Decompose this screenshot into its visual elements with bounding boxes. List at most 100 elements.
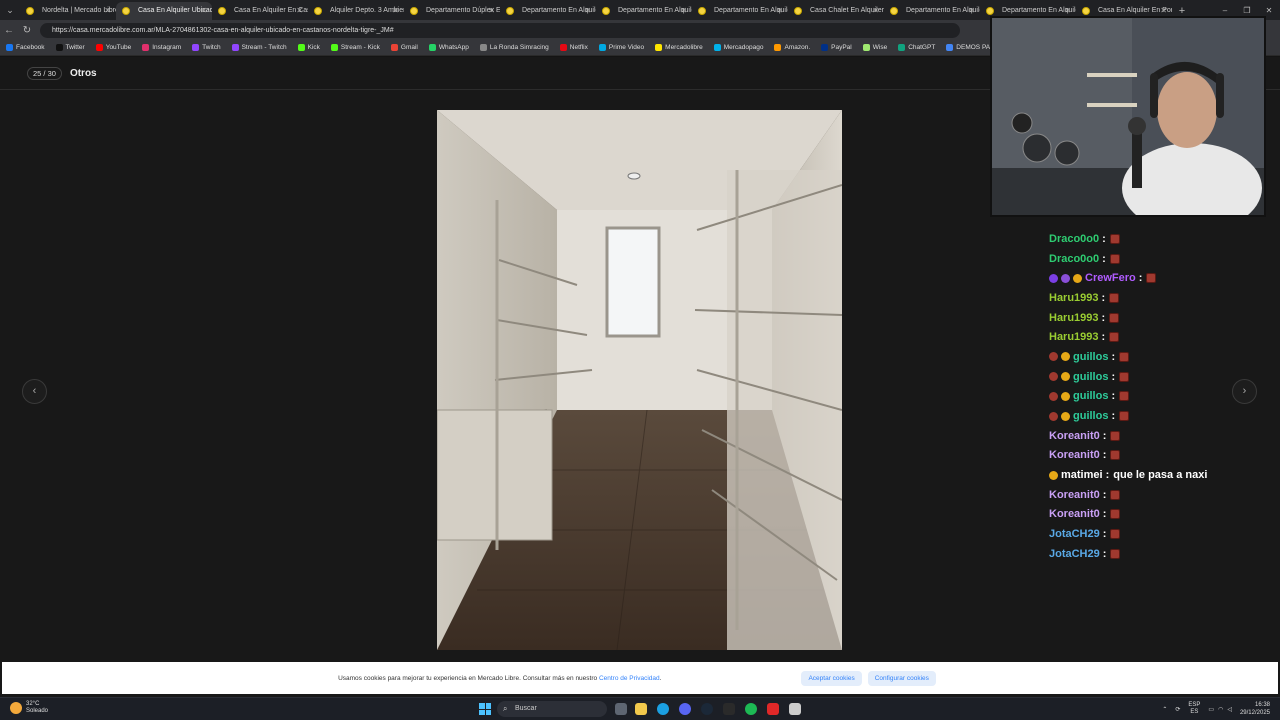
- bookmark-item[interactable]: Gmail: [390, 44, 418, 51]
- browser-tab[interactable]: Casa En Alquiler En Castaños✕: [212, 2, 308, 20]
- tab-close-icon[interactable]: ✕: [776, 2, 783, 20]
- browser-tab[interactable]: Departamento En Alquiler ✕: [884, 2, 980, 20]
- weather-widget[interactable]: 32°C Soleado: [10, 701, 48, 715]
- chat-username[interactable]: guillos: [1073, 371, 1108, 383]
- chat-separator: :: [1111, 350, 1116, 363]
- mercadolibre-favicon-icon: [794, 7, 802, 15]
- bookmark-item[interactable]: La Ronda Simracing: [479, 44, 549, 51]
- volume-icon[interactable]: ◁: [1227, 706, 1232, 713]
- emote-icon: [1109, 233, 1120, 244]
- app-red-icon[interactable]: [767, 703, 779, 715]
- bookmark-item[interactable]: PayPal: [821, 44, 852, 51]
- bookmark-item[interactable]: Netflix: [559, 44, 588, 51]
- chat-message: Draco0o0:: [1049, 229, 1269, 249]
- bookmark-item[interactable]: ChatGPT: [898, 44, 935, 51]
- chat-username[interactable]: Koreanit0: [1049, 449, 1100, 461]
- tab-close-icon[interactable]: ✕: [392, 2, 399, 20]
- chat-username[interactable]: Haru1993: [1049, 312, 1099, 324]
- maximize-icon[interactable]: ❐: [1236, 6, 1258, 15]
- bookmark-item[interactable]: Facebook: [6, 44, 45, 51]
- steam-icon[interactable]: [701, 703, 713, 715]
- bookmark-item[interactable]: Prime Video: [598, 44, 645, 51]
- display-icon[interactable]: ▭: [1208, 706, 1214, 713]
- chat-username[interactable]: guillos: [1073, 410, 1108, 422]
- browser-tab[interactable]: Departamento En Alquiler ✕: [596, 2, 692, 20]
- accept-cookies-button[interactable]: Aceptar cookies: [801, 670, 862, 686]
- bookmark-item[interactable]: Mercadolibre: [655, 44, 703, 51]
- bookmark-label: Twitch: [202, 44, 221, 51]
- browser-tab[interactable]: Nordelta | Mercado Libre ✕: [20, 2, 116, 20]
- chevron-up-icon[interactable]: ⌃: [1162, 706, 1167, 713]
- privacy-center-link[interactable]: Centro de Privacidad: [599, 675, 660, 682]
- language-indicator[interactable]: ESP ES: [1188, 702, 1200, 716]
- browser-tab[interactable]: Departamento En Alquiler ✕: [500, 2, 596, 20]
- taskbar-search[interactable]: ⌕ Buscar: [497, 701, 607, 717]
- chat-badge-icon: [1061, 391, 1070, 401]
- bookmark-item[interactable]: WhatsApp: [428, 44, 469, 51]
- network-icon[interactable]: ⟳: [1175, 706, 1180, 713]
- task-view-icon[interactable]: [615, 703, 627, 715]
- bookmark-item[interactable]: YouTube: [95, 44, 131, 51]
- chat-username[interactable]: JotaCH29: [1049, 528, 1100, 540]
- chat-separator: :: [1102, 547, 1107, 560]
- bookmark-item[interactable]: Wise: [862, 44, 887, 51]
- search-placeholder: Buscar: [515, 705, 537, 712]
- reload-icon[interactable]: ↻: [18, 25, 36, 36]
- back-icon[interactable]: ←: [0, 25, 18, 36]
- app-icon[interactable]: [723, 703, 735, 715]
- discord-icon[interactable]: [679, 703, 691, 715]
- chat-username[interactable]: matimei: [1061, 469, 1103, 481]
- browser-tab[interactable]: Departamento Dúplex En ✕: [404, 2, 500, 20]
- app-white-icon[interactable]: [789, 703, 801, 715]
- browser-tab[interactable]: Casa En Alquiler Ubicado ✕: [116, 2, 212, 20]
- chat-username[interactable]: Draco0o0: [1049, 233, 1099, 245]
- chat-username[interactable]: CrewFero: [1085, 272, 1136, 284]
- bookmark-item[interactable]: Kick: [297, 44, 320, 51]
- tab-close-icon[interactable]: ✕: [104, 2, 111, 20]
- bookmark-item[interactable]: Stream - Twitch: [231, 44, 287, 51]
- bookmark-item[interactable]: Instagram: [142, 44, 181, 51]
- browser-tab[interactable]: Casa Chalet En Alquiler ✕: [788, 2, 884, 20]
- tab-close-icon[interactable]: ✕: [968, 2, 975, 20]
- tab-close-icon[interactable]: ✕: [872, 2, 879, 20]
- chat-separator: :: [1111, 390, 1116, 403]
- tab-close-icon[interactable]: ✕: [584, 2, 591, 20]
- clock[interactable]: 16:38 29/12/2025: [1240, 701, 1270, 717]
- emote-icon: [1110, 548, 1121, 559]
- webcam-image: [992, 18, 1264, 215]
- bookmark-item[interactable]: Amazon.: [774, 44, 810, 51]
- wifi-icon[interactable]: ◠: [1218, 706, 1223, 713]
- bookmark-item[interactable]: Twitch: [192, 44, 221, 51]
- bookmark-item[interactable]: Stream - Kick: [330, 44, 380, 51]
- edge-icon[interactable]: [657, 703, 669, 715]
- minimize-icon[interactable]: –: [1214, 6, 1236, 15]
- browser-tab[interactable]: Alquiler Depto. 3 Ambientes✕: [308, 2, 404, 20]
- chat-username[interactable]: Koreanit0: [1049, 508, 1100, 520]
- chat-username[interactable]: Haru1993: [1049, 331, 1099, 343]
- tab-close-icon[interactable]: ✕: [296, 2, 303, 20]
- start-windows-icon[interactable]: [479, 703, 491, 715]
- chat-username[interactable]: Koreanit0: [1049, 489, 1100, 501]
- chat-text: que le pasa a naxi: [1113, 469, 1208, 482]
- tab-close-icon[interactable]: ✕: [200, 2, 207, 20]
- configure-cookies-button[interactable]: Configurar cookies: [867, 670, 936, 686]
- tab-close-icon[interactable]: ✕: [488, 2, 495, 20]
- chat-username[interactable]: Draco0o0: [1049, 253, 1099, 265]
- bookmark-item[interactable]: Mercadopago: [713, 44, 763, 51]
- tab-close-icon[interactable]: ✕: [680, 2, 687, 20]
- tab-search-icon[interactable]: ⌄: [0, 0, 20, 20]
- bookmark-label: Prime Video: [608, 44, 645, 51]
- spotify-icon[interactable]: [745, 703, 757, 715]
- prev-photo-button[interactable]: ‹: [22, 379, 47, 404]
- url-field[interactable]: https://casa.mercadolibre.com.ar/MLA-270…: [40, 22, 960, 38]
- browser-tab[interactable]: Departamento En Alquiler ✕: [692, 2, 788, 20]
- file-explorer-icon[interactable]: [635, 703, 647, 715]
- close-icon[interactable]: ✕: [1258, 6, 1280, 15]
- chat-username[interactable]: Haru1993: [1049, 292, 1099, 304]
- chat-username[interactable]: guillos: [1073, 351, 1108, 363]
- bookmark-item[interactable]: Twitter: [55, 44, 85, 51]
- chat-username[interactable]: guillos: [1073, 390, 1108, 402]
- chat-username[interactable]: JotaCH29: [1049, 548, 1100, 560]
- chat-username[interactable]: Koreanit0: [1049, 430, 1100, 442]
- bookmark-label: Instagram: [152, 44, 182, 51]
